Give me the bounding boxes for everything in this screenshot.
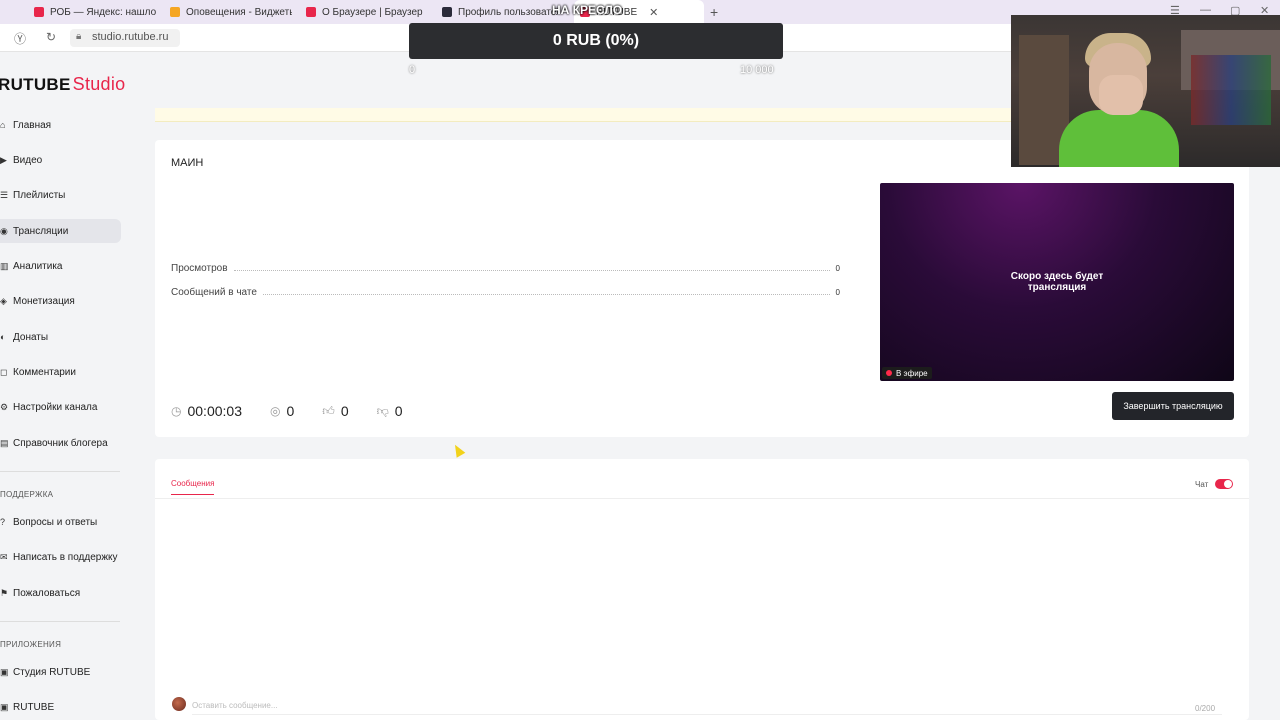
mouse-cursor-icon bbox=[450, 442, 466, 458]
tab-favicon-icon bbox=[170, 7, 180, 17]
toggle-knob bbox=[1224, 480, 1232, 488]
lock-icon: 🔒︎ bbox=[76, 31, 82, 42]
browser-tab[interactable]: О Браузере | Браузер bbox=[306, 0, 428, 24]
donation-goal-min: 0 bbox=[409, 64, 416, 76]
book-icon: ▤ bbox=[0, 437, 9, 448]
tab-favicon-icon bbox=[306, 7, 316, 17]
message-input[interactable] bbox=[192, 697, 1222, 715]
rutube-studio-logo[interactable]: RUTUBE Studio bbox=[0, 74, 125, 95]
playlist-icon: ☰ bbox=[0, 189, 9, 200]
thumbs-up-icon: 👍︎ bbox=[322, 403, 335, 418]
browser-tab[interactable]: РОБ — Яндекс: нашлось bbox=[34, 0, 156, 24]
money-icon: ◈ bbox=[0, 295, 7, 306]
sidebar-item-studio-app[interactable]: ▣ Студия RUTUBE bbox=[0, 660, 121, 684]
video-icon: ▶ bbox=[0, 154, 7, 165]
sidebar-item-home[interactable]: ⌂ Главная bbox=[0, 113, 121, 137]
sidebar-item-report[interactable]: ⚑ Пожаловаться bbox=[0, 581, 121, 605]
live-dot-icon bbox=[886, 370, 892, 376]
mail-icon: ✉ bbox=[0, 551, 8, 562]
tab-messages[interactable]: Сообщения bbox=[171, 479, 215, 495]
viewer-icon: ◎ bbox=[269, 404, 281, 418]
close-tab-icon[interactable]: ✕ bbox=[649, 6, 658, 19]
notice-banner bbox=[155, 108, 1015, 122]
stream-title: МАИН bbox=[171, 157, 204, 169]
apps-section-title: ПРИЛОЖЕНИЯ bbox=[0, 640, 62, 649]
stat-chat-messages-row: Сообщений в чате 0 bbox=[171, 286, 840, 298]
analytics-icon: ▥ bbox=[0, 260, 9, 271]
sidebar-item-playlists[interactable]: ☰ Плейлисты bbox=[0, 183, 121, 207]
webcam-person bbox=[1099, 75, 1143, 115]
browser-tab[interactable]: Оповещения - Виджеты bbox=[170, 0, 292, 24]
broadcast-icon: ◉ bbox=[0, 225, 8, 236]
dislikes-metric: 👎︎ 0 bbox=[376, 403, 403, 419]
home-icon: ⌂ bbox=[0, 120, 6, 130]
sidebar-item-blogger-guide[interactable]: ▤ Справочник блогера bbox=[0, 431, 121, 455]
sidebar-item-broadcasts[interactable]: ◉ Трансляции bbox=[0, 219, 121, 243]
viewers-metric: ◎ 0 bbox=[269, 403, 295, 419]
likes-metric: 👍︎ 0 bbox=[322, 403, 349, 419]
reload-icon[interactable]: ↻ bbox=[46, 30, 56, 44]
stream-preview[interactable]: Скоро здесь будет трансляция В эфире bbox=[880, 183, 1234, 381]
preview-message: Скоро здесь будет трансляция bbox=[1010, 271, 1104, 293]
studio-app-icon: ▣ bbox=[0, 666, 9, 677]
rutube-app-icon: ▣ bbox=[0, 701, 9, 712]
thumbs-down-icon: 👎︎ bbox=[376, 403, 389, 418]
sidebar-item-monetization[interactable]: ◈ Монетизация bbox=[0, 289, 121, 313]
stat-views-row: Просмотров 0 bbox=[171, 262, 840, 274]
sidebar-item-rutube-app[interactable]: ▣ RUTUBE bbox=[0, 695, 121, 719]
sidebar-item-channel-settings[interactable]: ⚙ Настройки канала bbox=[0, 395, 121, 419]
donation-goal-max: 10 000 bbox=[740, 64, 774, 76]
browser-tab[interactable]: Профиль пользовател bbox=[442, 0, 560, 24]
new-tab-icon[interactable]: + bbox=[710, 4, 718, 20]
clock-icon: ◷ bbox=[171, 404, 182, 418]
donation-progress-bar: 0 RUB (0%) bbox=[409, 23, 783, 59]
sidebar-item-analytics[interactable]: ▥ Аналитика bbox=[0, 254, 121, 278]
webcam-overlay bbox=[1011, 15, 1280, 167]
donate-icon: ◐ bbox=[0, 332, 6, 342]
sidebar-item-contact-support[interactable]: ✉ Написать в поддержку bbox=[0, 545, 121, 569]
sidebar-item-faq[interactable]: ? Вопросы и ответы bbox=[0, 510, 121, 534]
sidebar-item-donations[interactable]: ◐ Донаты bbox=[0, 325, 121, 349]
stream-metrics: ◷ 00:00:03 ◎ 0 👍︎ 0 👎︎ 0 bbox=[171, 400, 431, 422]
tab-favicon-icon bbox=[34, 7, 44, 17]
url-field[interactable]: 🔒︎ studio.rutube.ru bbox=[70, 29, 180, 47]
end-broadcast-button[interactable]: Завершить трансляцию bbox=[1112, 392, 1234, 420]
webcam-background bbox=[1191, 55, 1271, 125]
timer-metric: ◷ 00:00:03 bbox=[171, 403, 242, 419]
browser-logo-icon[interactable]: Ⓨ bbox=[14, 30, 26, 47]
donation-goal-title: НА КРЕСЛО bbox=[552, 3, 623, 17]
tab-favicon-icon bbox=[442, 7, 452, 17]
flag-icon: ⚑ bbox=[0, 587, 9, 598]
avatar bbox=[172, 697, 186, 711]
live-badge: В эфире bbox=[882, 367, 932, 379]
dotted-leader bbox=[262, 289, 830, 295]
dotted-leader bbox=[233, 265, 830, 271]
support-section-title: ПОДДЕРЖКА bbox=[0, 490, 54, 499]
character-counter: 0/200 bbox=[1195, 704, 1216, 713]
sidebar-item-video[interactable]: ▶ Видео bbox=[0, 148, 121, 172]
stream-card: МАИН Просмотров 0 Сообщений в чате 0 ◷ 0… bbox=[155, 140, 1249, 437]
chat-toggle-label: Чат bbox=[1195, 480, 1209, 489]
chat-toggle[interactable] bbox=[1215, 479, 1233, 489]
comments-icon: ◻ bbox=[0, 366, 8, 377]
question-icon: ? bbox=[0, 517, 6, 527]
divider bbox=[155, 498, 1249, 499]
sidebar-item-comments[interactable]: ◻ Комментарии bbox=[0, 360, 121, 384]
divider bbox=[0, 471, 120, 472]
settings-icon: ⚙ bbox=[0, 401, 9, 412]
sidebar: ⌂ Главная ▶ Видео ☰ Плейлисты ◉ Трансляц… bbox=[0, 108, 125, 720]
webcam-person bbox=[1059, 110, 1179, 167]
divider bbox=[0, 621, 120, 622]
chat-panel: Сообщения Чат 0/200 bbox=[155, 459, 1249, 720]
